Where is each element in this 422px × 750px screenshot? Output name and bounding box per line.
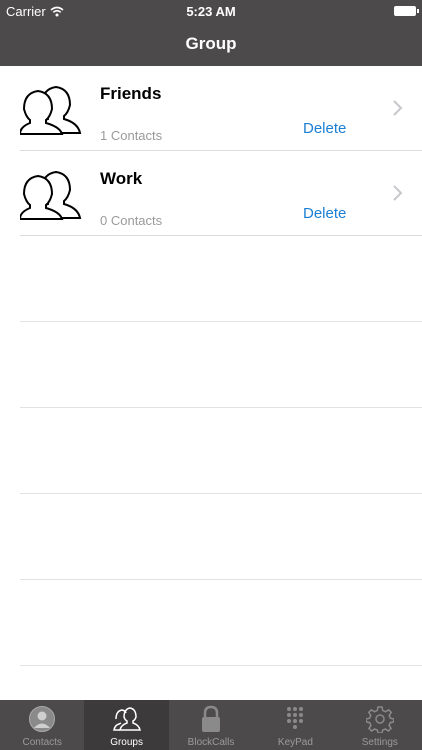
group-avatar-icon	[20, 85, 82, 135]
empty-row	[0, 494, 422, 580]
group-contact-count: 0 Contacts	[100, 213, 163, 228]
page-title: Group	[185, 34, 237, 53]
empty-row	[0, 408, 422, 494]
tab-label: Groups	[110, 737, 143, 748]
group-contact-count: 1 Contacts	[100, 128, 163, 143]
keypad-icon	[287, 707, 304, 729]
tab-label: KeyPad	[277, 737, 313, 748]
tab-label: BlockCalls	[187, 737, 235, 748]
person-circle-icon	[29, 706, 56, 732]
group-avatar-icon	[20, 170, 82, 220]
group-list: Friends 1 Contacts Delete Work 0 Contact…	[0, 66, 422, 666]
battery-icon	[394, 6, 419, 16]
group-row-work[interactable]: Work 0 Contacts Delete	[0, 151, 422, 236]
status-time: 5:23 AM	[186, 4, 236, 19]
chevron-right-icon	[393, 185, 403, 201]
row-divider	[20, 665, 422, 666]
tab-contacts[interactable]: Contacts	[0, 700, 84, 750]
tab-keypad[interactable]: KeyPad	[253, 700, 337, 750]
tab-blockcalls[interactable]: BlockCalls	[169, 700, 253, 750]
gear-icon	[365, 706, 394, 733]
tab-label: Settings	[361, 737, 398, 748]
tab-bar: Contacts Groups BlockCalls KeyPad Settin…	[0, 700, 422, 750]
status-bar: Carrier 5:23 AM	[0, 0, 422, 22]
chevron-right-icon	[393, 100, 403, 116]
tab-groups[interactable]: Groups	[84, 700, 169, 750]
group-name: Work	[100, 169, 143, 188]
empty-row	[0, 322, 422, 408]
lock-icon	[202, 705, 221, 732]
group-name: Friends	[100, 84, 162, 103]
empty-row	[0, 236, 422, 322]
delete-button[interactable]: Delete	[303, 120, 346, 137]
group-row-friends[interactable]: Friends 1 Contacts Delete	[0, 66, 422, 151]
empty-row	[0, 580, 422, 666]
tab-settings[interactable]: Settings	[338, 700, 422, 750]
people-icon	[112, 707, 141, 731]
nav-bar: Group	[0, 22, 422, 66]
delete-button[interactable]: Delete	[303, 205, 346, 222]
tab-label: Contacts	[22, 737, 62, 748]
